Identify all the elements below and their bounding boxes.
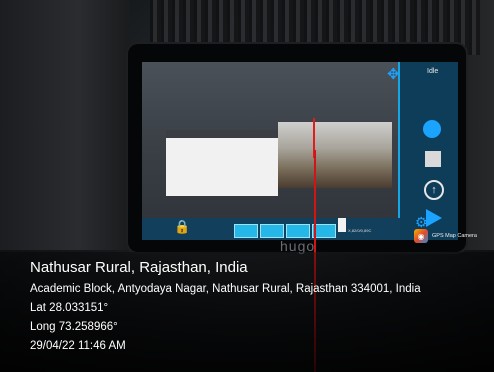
upload-icon[interactable]: ↑ xyxy=(424,180,444,200)
layout-button-1[interactable] xyxy=(234,224,258,238)
recorder-status-text: X,82/0/0,89C xyxy=(348,228,372,233)
location-latitude: Lat 28.033151° xyxy=(30,302,109,314)
photo-scene: ✥ Idle ↑ 🔒 X,82/0/0,89C ⚙ hugo ◉ GPS Map… xyxy=(0,0,494,372)
play-icon[interactable] xyxy=(426,209,442,227)
location-longitude: Long 73.258966° xyxy=(30,321,118,333)
server-rack-left xyxy=(0,0,130,250)
layout-button-3[interactable] xyxy=(286,224,310,238)
move-icon[interactable]: ✥ xyxy=(387,65,400,83)
gps-map-camera-label: GPS Map Camera xyxy=(432,233,477,239)
classroom-video-preview xyxy=(278,122,392,188)
app-window-preview xyxy=(166,130,278,196)
monitor-screen: ✥ Idle ↑ 🔒 X,82/0/0,89C ⚙ xyxy=(142,62,458,240)
stop-icon[interactable] xyxy=(425,151,441,167)
location-address: Academic Block, Antyodaya Nagar, Nathusa… xyxy=(30,283,421,295)
level-indicator xyxy=(338,218,346,232)
gps-map-camera-badge: ◉ GPS Map Camera xyxy=(414,229,477,243)
location-datetime: 29/04/22 11:46 AM xyxy=(30,340,126,352)
layout-button-2[interactable] xyxy=(260,224,284,238)
lock-icon[interactable]: 🔒 xyxy=(174,220,190,234)
monitor: ✥ Idle ↑ 🔒 X,82/0/0,89C ⚙ xyxy=(128,44,466,252)
location-place: Nathusar Rural, Rajasthan, India xyxy=(30,259,248,276)
gps-map-camera-logo-icon: ◉ xyxy=(414,229,428,243)
record-icon[interactable] xyxy=(423,120,441,138)
recorder-status-label: Idle xyxy=(427,68,439,75)
